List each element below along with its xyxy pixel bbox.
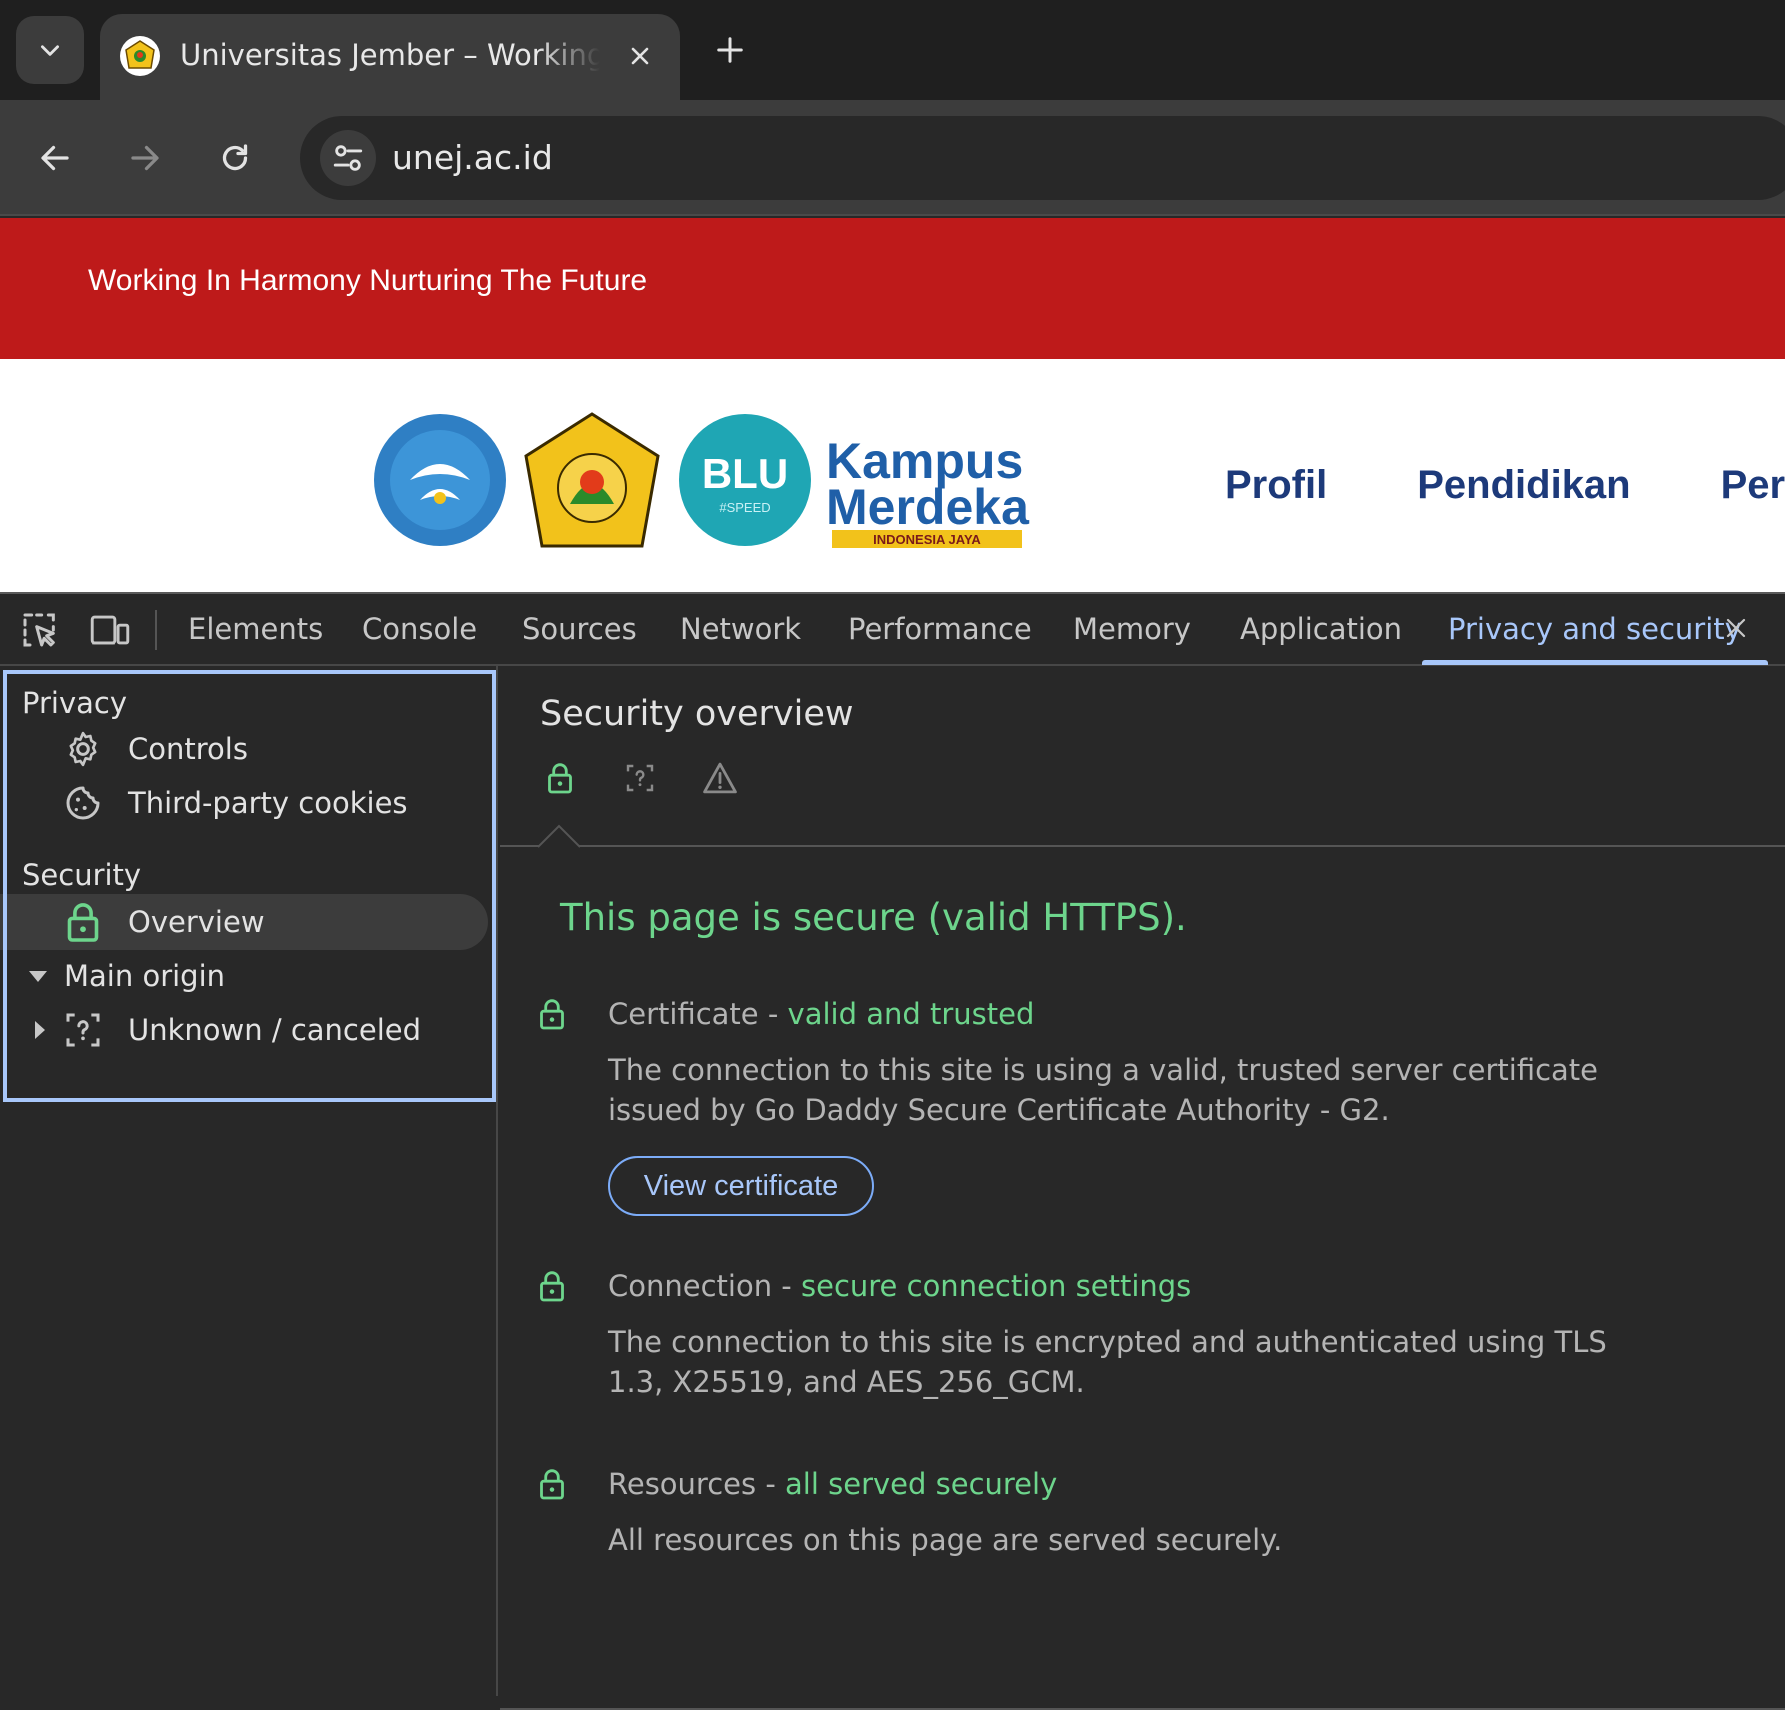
- resources-description: All resources on this page are served se…: [608, 1523, 1283, 1557]
- sidebar-item-label: Main origin: [64, 959, 226, 993]
- plus-icon: [717, 37, 743, 63]
- filter-secure-lock-icon[interactable]: [538, 756, 582, 800]
- partner-logos: BLU #SPEED Kampus Merdeka INDONESIA JAYA: [374, 412, 1030, 548]
- sidebar-item-main-origin[interactable]: Main origin: [28, 949, 225, 1003]
- sidebar-heading-security: Security: [22, 858, 142, 892]
- reload-button[interactable]: [207, 130, 263, 186]
- security-sidebar: Privacy Controls Third-party cookies Sec…: [0, 666, 498, 1696]
- sidebar-item-unknown-origin[interactable]: Unknown / canceled: [34, 1003, 421, 1057]
- tab-elements[interactable]: Elements: [188, 594, 323, 664]
- sidebar-item-controls[interactable]: Controls: [60, 722, 248, 776]
- connection-heading: Connection - secure connection settings: [608, 1264, 1191, 1308]
- triangle-down-icon: [28, 969, 64, 983]
- sidebar-item-third-party-cookies[interactable]: Third-party cookies: [60, 776, 408, 830]
- sidebar-heading-privacy: Privacy: [22, 686, 127, 720]
- sidebar-item-label: Overview: [128, 905, 265, 939]
- certificate-label: Certificate -: [608, 997, 788, 1031]
- sidebar-item-label: Controls: [128, 732, 248, 766]
- tab-search-button[interactable]: [16, 16, 84, 84]
- browser-tab[interactable]: Universitas Jember – Working in Harmony …: [100, 14, 680, 104]
- tab-console[interactable]: Console: [362, 594, 477, 664]
- view-certificate-button[interactable]: View certificate: [608, 1156, 874, 1216]
- unknown-security-icon: [60, 1007, 106, 1053]
- site-info-button[interactable]: [320, 130, 376, 186]
- sidebar-item-label: Third-party cookies: [128, 786, 408, 820]
- nav-link-pendidikan[interactable]: Pendidikan: [1417, 463, 1630, 508]
- lock-icon: [60, 899, 106, 945]
- filter-divider: [500, 845, 1785, 847]
- reload-icon: [222, 144, 248, 171]
- tagline: Working In Harmony Nurturing The Future: [88, 264, 648, 297]
- filter-warning-icon[interactable]: [698, 756, 742, 800]
- kampus-merdeka-logo-icon: Kampus Merdeka INDONESIA JAYA: [826, 433, 1030, 548]
- chevron-down-icon: [41, 45, 59, 56]
- inspect-element-icon[interactable]: [18, 608, 62, 652]
- toolbar-separator: [155, 610, 157, 650]
- resources-label: Resources -: [608, 1467, 786, 1501]
- unej-logo-icon: [524, 412, 660, 548]
- arrow-right-icon: [131, 145, 159, 171]
- merdeka-logo-subtext: INDONESIA JAYA: [873, 532, 981, 547]
- merdeka-logo-text: Merdeka: [826, 479, 1030, 535]
- browser-tab-strip: Universitas Jember – Working in Harmony …: [0, 0, 1785, 104]
- tab-close-icon[interactable]: [618, 34, 662, 78]
- connection-status: secure connection settings: [801, 1269, 1192, 1303]
- nav-link-penelitian[interactable]: Per: [1721, 463, 1785, 508]
- lock-icon: [530, 1264, 574, 1308]
- browser-toolbar: unej.ac.id: [0, 100, 1785, 216]
- nav-link-profil[interactable]: Profil: [1225, 463, 1327, 508]
- close-tab-icon[interactable]: [1714, 606, 1758, 650]
- resources-heading: Resources - all served securely: [608, 1462, 1057, 1506]
- top-banner: Working In Harmony Nurturing The Future: [0, 218, 1785, 359]
- back-button[interactable]: [27, 130, 83, 186]
- tut-wuri-handayani-logo-icon: [374, 414, 506, 546]
- blu-logo-subtext: #SPEED: [719, 500, 770, 515]
- tab-memory[interactable]: Memory: [1073, 594, 1191, 664]
- lock-icon: [530, 1462, 574, 1506]
- devtools-tab-bar: Elements Console Sources Network Perform…: [0, 594, 1785, 666]
- sidebar-item-label: Unknown / canceled: [128, 1013, 422, 1047]
- triangle-right-icon: [34, 1020, 60, 1040]
- connection-label: Connection -: [608, 1269, 801, 1303]
- address-bar[interactable]: unej.ac.id: [300, 116, 1785, 200]
- lock-icon: [530, 992, 574, 1036]
- unej-favicon-icon: [120, 36, 160, 76]
- tab-privacy-and-security[interactable]: Privacy and security: [1448, 594, 1742, 664]
- tab-performance[interactable]: Performance: [848, 594, 1032, 664]
- blu-logo-icon: BLU #SPEED: [679, 414, 811, 546]
- web-page: Working In Harmony Nurturing The Future …: [0, 218, 1785, 592]
- tab-title: Universitas Jember – Working in Harmony …: [180, 38, 600, 72]
- panel-title: Security overview: [540, 694, 854, 734]
- arrow-left-icon: [41, 145, 69, 171]
- tab-application[interactable]: Application: [1240, 594, 1402, 664]
- url-text[interactable]: unej.ac.id: [392, 116, 553, 200]
- security-overview-panel: Security overview This page is secure (v…: [500, 666, 1785, 1710]
- certificate-description: The connection to this site is using a v…: [608, 1053, 1599, 1127]
- filter-unknown-icon[interactable]: [618, 756, 662, 800]
- active-tab-indicator: [1422, 660, 1768, 665]
- secure-summary: This page is secure (valid HTTPS).: [560, 896, 1187, 939]
- certificate-status: valid and trusted: [787, 997, 1035, 1031]
- device-toolbar-icon[interactable]: [88, 608, 132, 652]
- blu-logo-text: BLU: [702, 450, 788, 497]
- gear-icon: [60, 726, 106, 772]
- cookie-icon: [60, 780, 106, 826]
- site-nav: Profil Pendidikan Per: [1225, 463, 1785, 508]
- sidebar-item-overview[interactable]: Overview: [60, 895, 265, 949]
- tune-icon: [333, 145, 363, 171]
- connection-description: The connection to this site is encrypted…: [608, 1325, 1607, 1399]
- tab-network[interactable]: Network: [680, 594, 801, 664]
- forward-button[interactable]: [117, 130, 173, 186]
- resources-status: all served securely: [785, 1467, 1058, 1501]
- certificate-heading: Certificate - valid and trusted: [608, 992, 1034, 1036]
- new-tab-button[interactable]: [708, 28, 752, 72]
- tab-sources[interactable]: Sources: [522, 594, 637, 664]
- selected-filter-caret: [538, 824, 580, 848]
- devtools-panel: Elements Console Sources Network Perform…: [0, 592, 1785, 1710]
